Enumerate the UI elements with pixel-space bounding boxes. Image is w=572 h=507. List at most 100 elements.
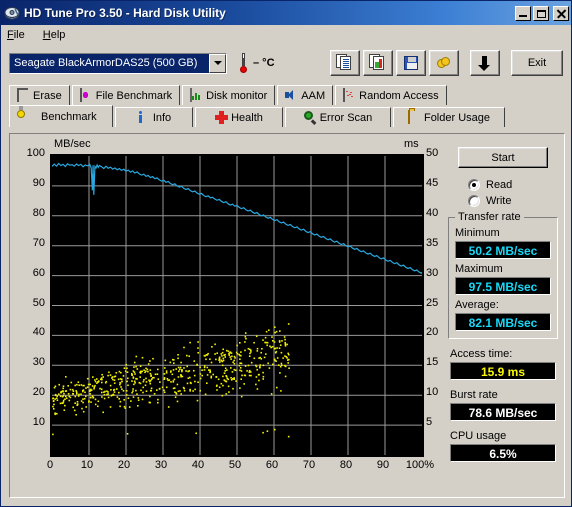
y-axis-label: MB/sec [54, 138, 91, 150]
cpu-usage-label: CPU usage [450, 430, 507, 442]
tab-health[interactable]: Health [195, 107, 283, 127]
average-label: Average: [455, 299, 499, 311]
tab-file-benchmark[interactable]: File Benchmark [71, 85, 181, 105]
x-tick: 50 [228, 459, 242, 471]
drive-select-value: Seagate BlackArmorDAS25 (500 GB) [10, 53, 209, 73]
radio-read-label: Read [486, 179, 513, 191]
maximum-value: 97.5 MB/sec [455, 277, 551, 295]
drive-select[interactable]: Seagate BlackArmorDAS25 (500 GB) [9, 52, 227, 74]
tab-label: Benchmark [41, 110, 97, 123]
radio-write-dot[interactable] [468, 195, 480, 207]
y-tick: 30 [32, 356, 45, 369]
y2-tick: 35 [426, 236, 439, 249]
y-tick: 10 [32, 416, 45, 429]
speaker-icon [285, 89, 297, 103]
copy-image-button[interactable] [363, 50, 393, 76]
exit-button-label: Exit [527, 57, 547, 69]
x-tick: 60 [265, 459, 279, 471]
temperature-value: – °C [253, 57, 275, 69]
menu-item-help[interactable]: HHelpelp [43, 29, 66, 41]
y-tick: 80 [32, 206, 45, 219]
tab-random-access[interactable]: Random Access [335, 85, 447, 105]
x-tick: 70 [302, 459, 316, 471]
x-tick: 0 [46, 459, 54, 471]
tab-label: Erase [33, 89, 62, 102]
x-tick: 20 [117, 459, 131, 471]
trash-icon [17, 87, 29, 103]
x-tick: 80 [339, 459, 353, 471]
lightbulb-icon [17, 110, 29, 124]
y-tick: 90 [32, 176, 45, 189]
y-tick: 70 [32, 236, 45, 249]
tab-bar: Erase File Benchmark Disk monitor AAM Ra… [9, 83, 565, 127]
random-dots-icon [343, 87, 355, 103]
radio-write-label: Write [486, 195, 512, 207]
burst-rate-label: Burst rate [450, 389, 498, 401]
y-tick: 20 [32, 386, 45, 399]
y-tick: 40 [32, 326, 45, 339]
tab-label: Random Access [359, 89, 439, 102]
minimum-value: 50.2 MB/sec [455, 241, 551, 259]
exit-button[interactable]: Exit [511, 50, 563, 76]
x-tick: 40 [191, 459, 205, 471]
y2-tick: 25 [426, 296, 439, 309]
tab-label: Health [231, 111, 263, 124]
minimize-button[interactable] [515, 5, 531, 21]
plot-area [50, 154, 424, 457]
burst-rate-section: Burst rate 78.6 MB/sec [450, 389, 556, 421]
floppy-disk-icon [402, 54, 420, 72]
y2-tick: 30 [426, 266, 439, 279]
hdd-icon [4, 5, 20, 21]
x-tick: 10 [80, 459, 94, 471]
y2-tick: 5 [426, 416, 433, 429]
thermometer-icon [239, 53, 248, 73]
hd-tune-window: HD Tune Pro 3.50 - Hard Disk Utility FFi… [0, 0, 572, 507]
radio-read[interactable]: Read [468, 177, 560, 193]
save-button[interactable] [396, 50, 426, 76]
tab-disk-monitor[interactable]: Disk monitor [182, 85, 276, 105]
copy-image-icon [369, 54, 387, 72]
access-time-label: Access time: [450, 348, 513, 360]
menu-item-file[interactable]: FFileile [7, 29, 25, 41]
download-button[interactable] [470, 50, 500, 76]
title-bar: HD Tune Pro 3.50 - Hard Disk Utility [1, 1, 571, 25]
tab-aam[interactable]: AAM [277, 85, 334, 105]
close-button[interactable] [553, 5, 569, 21]
access-time-section: Access time: 15.9 ms [450, 348, 556, 380]
menu-bar: FFileile HHelpelp [1, 25, 571, 45]
radio-read-dot[interactable] [468, 179, 480, 191]
tab-label: Folder Usage [423, 111, 491, 124]
copy-text-button[interactable] [330, 50, 360, 76]
tab-benchmark[interactable]: Benchmark [9, 105, 113, 127]
copy-document-icon [336, 54, 354, 72]
tab-erase[interactable]: Erase [9, 85, 70, 105]
y2-tick: 15 [426, 356, 439, 369]
temperature-indicator: – °C [239, 53, 275, 73]
magnifier-icon [304, 111, 316, 125]
info-icon [137, 111, 149, 125]
tab-label: Info [152, 111, 172, 124]
tab-error-scan[interactable]: Error Scan [285, 107, 391, 127]
tab-info[interactable]: Info [115, 107, 193, 127]
transfer-rate-legend: Transfer rate [455, 211, 524, 223]
radio-write[interactable]: Write [468, 193, 560, 209]
x-tick: 100% [405, 459, 435, 471]
maximum-label: Maximum [455, 263, 503, 275]
access-time-value: 15.9 ms [450, 362, 556, 380]
file-benchmark-icon [79, 87, 92, 103]
average-value: 82.1 MB/sec [455, 313, 551, 331]
chevron-down-icon[interactable] [209, 53, 226, 73]
benchmark-chart: MB/sec ms 10 20 30 40 50 60 70 80 90 100 5 10 15 20 2… [14, 138, 444, 471]
maximize-button[interactable] [533, 5, 549, 21]
burst-rate-value: 78.6 MB/sec [450, 403, 556, 421]
benchmark-panel: MB/sec ms 10 20 30 40 50 60 70 80 90 100 5 10 15 20 2… [9, 133, 565, 498]
cpu-usage-value: 6.5% [450, 444, 556, 462]
start-button[interactable]: Start [458, 147, 548, 168]
tab-label: AAM [301, 89, 326, 102]
tab-folder-usage[interactable]: Folder Usage [393, 107, 505, 127]
options-button[interactable] [429, 50, 459, 76]
y2-tick: 10 [426, 386, 439, 399]
window-title: HD Tune Pro 3.50 - Hard Disk Utility [24, 6, 226, 20]
y2-tick: 50 [426, 147, 439, 159]
down-arrow-icon [476, 54, 494, 72]
